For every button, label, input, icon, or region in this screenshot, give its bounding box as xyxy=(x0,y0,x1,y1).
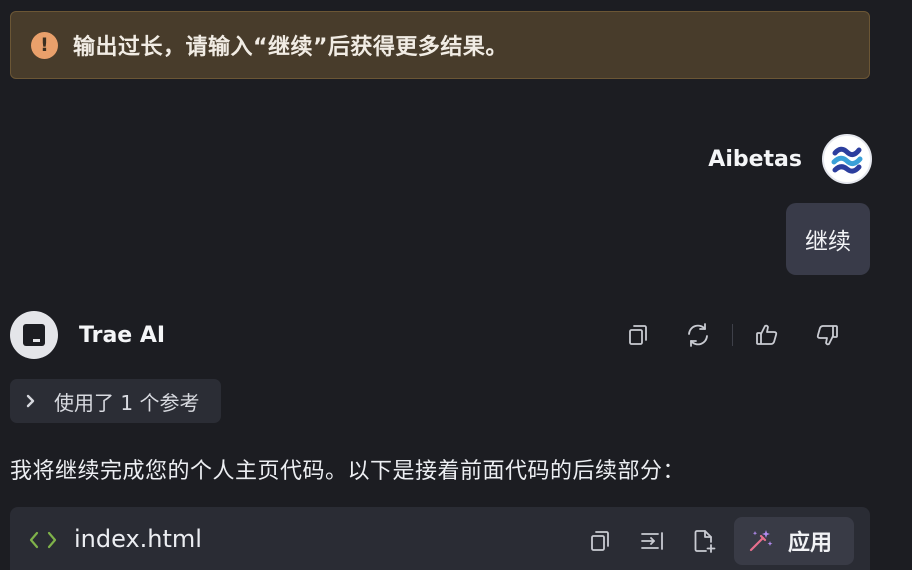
assistant-message-header: Trae AI xyxy=(10,311,870,359)
copy-code-button[interactable] xyxy=(578,519,622,563)
magic-wand-icon xyxy=(749,530,773,552)
code-block-actions: 应用 xyxy=(578,517,854,565)
thumbs-up-icon xyxy=(756,324,778,345)
regenerate-icon xyxy=(688,323,708,347)
references-toggle[interactable]: 使用了 1 个参考 xyxy=(10,379,221,423)
user-avatar-logo-icon xyxy=(831,146,863,174)
apply-button[interactable]: 应用 xyxy=(734,517,854,565)
trae-logo-icon xyxy=(23,324,45,346)
regenerate-button[interactable] xyxy=(676,313,720,357)
references-label: 使用了 1 个参考 xyxy=(54,390,200,415)
copy-icon xyxy=(629,325,647,345)
assistant-message-text: 我将继续完成您的个人主页代码。以下是接着前面代码的后续部分： xyxy=(10,459,686,484)
exclamation-icon: ! xyxy=(31,31,58,59)
user-message-bubble: 继续 xyxy=(786,203,870,275)
user-name: Aibetas xyxy=(708,146,802,172)
code-file-name[interactable]: index.html xyxy=(74,525,202,553)
apply-label: 应用 xyxy=(788,531,833,556)
thumbs-down-icon xyxy=(816,325,838,346)
insert-at-cursor-icon xyxy=(641,532,663,550)
copy-icon xyxy=(591,531,609,551)
code-block-header: index.html 应用 xyxy=(10,507,870,570)
warning-text: 输出过长，请输入“继续”后获得更多结果。 xyxy=(73,35,508,60)
insert-code-button[interactable] xyxy=(630,519,674,563)
assistant-avatar xyxy=(10,311,58,359)
user-avatar[interactable] xyxy=(822,134,872,184)
code-brackets-icon xyxy=(28,527,58,553)
add-file-icon xyxy=(694,530,716,553)
assistant-name: Trae AI xyxy=(79,322,166,348)
chevron-right-icon xyxy=(26,394,35,408)
copy-button[interactable] xyxy=(616,313,660,357)
message-actions xyxy=(616,311,849,359)
thumbs-down-button[interactable] xyxy=(805,313,849,357)
actions-divider xyxy=(732,324,733,346)
chat-panel: ! 输出过长，请输入“继续”后获得更多结果。 Aibetas 继续 Trae A… xyxy=(0,0,912,570)
user-message-header: Aibetas xyxy=(708,133,872,185)
new-file-button[interactable] xyxy=(682,519,726,563)
warning-banner: ! 输出过长，请输入“继续”后获得更多结果。 xyxy=(10,11,870,79)
thumbs-up-button[interactable] xyxy=(745,313,789,357)
